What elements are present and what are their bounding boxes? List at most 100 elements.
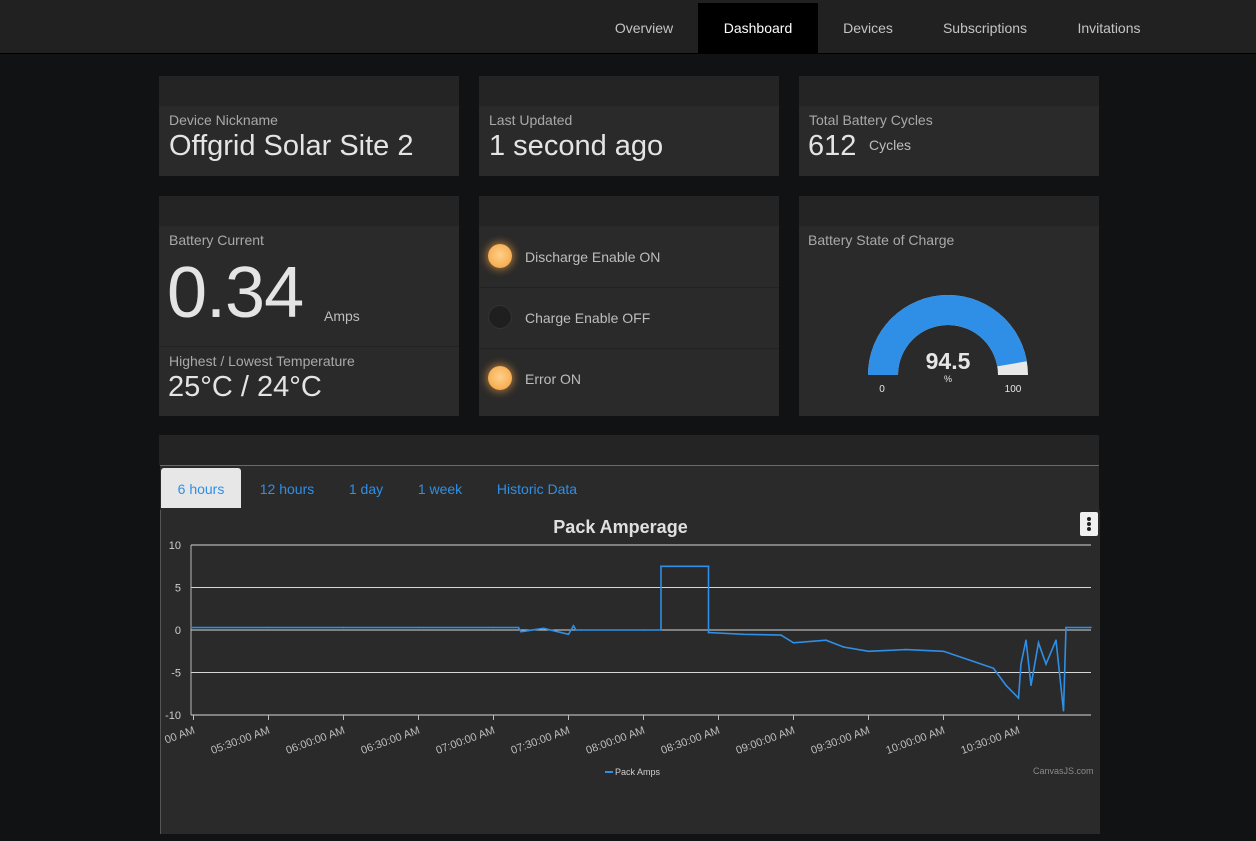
nav-invitations[interactable]: Invitations (1065, 3, 1153, 53)
data-point (572, 624, 575, 627)
temperature-label: Highest / Lowest Temperature (169, 353, 355, 369)
x-tick-label: 05:30:00 AM (209, 725, 271, 757)
nav-dashboard[interactable]: Dashboard (698, 3, 818, 53)
x-tick-label: 07:30:00 AM (509, 725, 571, 757)
soc-min: 0 (879, 384, 885, 395)
data-point (660, 565, 662, 568)
data-point (780, 634, 782, 636)
nav-subscriptions[interactable]: Subscriptions (930, 3, 1040, 53)
last-updated-value: 1 second ago (489, 130, 664, 162)
x-tick-label: 06:00:00 AM (284, 725, 346, 757)
x-tick-label: 00 AM (163, 725, 196, 747)
temperature-value: 25°C / 24°C (168, 371, 322, 403)
data-point (1017, 697, 1020, 699)
top-navbar: Overview Dashboard Devices Subscriptions… (0, 0, 1256, 54)
battery-cycles-card: Total Battery Cycles 612 Cycles (799, 76, 1099, 176)
chart-title: Pack Amperage (553, 517, 687, 537)
indicator-discharge-label: Discharge Enable ON (525, 249, 661, 265)
battery-current-unit: Amps (324, 308, 360, 324)
x-tick-label: 08:00:00 AM (584, 725, 646, 757)
chart-credit: CanvasJS.com (1033, 766, 1094, 776)
x-tick-label: 06:30:00 AM (359, 725, 421, 757)
nickname-value: Offgrid Solar Site 2 (169, 130, 414, 162)
data-point (1005, 684, 1007, 687)
x-tick-label: 10:00:00 AM (884, 725, 946, 757)
y-tick-label: 5 (175, 583, 181, 595)
data-point (567, 633, 570, 636)
pack-amperage-chart: Pack Amperage 10 5 0 -5 -10 00 AM 05:30:00 AM 06… (163, 517, 1094, 777)
charge-led-icon (488, 305, 512, 329)
chart-container: Pack Amperage 10 5 0 -5 -10 00 AM 05:30:00 AM 06… (160, 510, 1100, 834)
battery-cycles-unit: Cycles (869, 137, 912, 153)
data-point (267, 626, 270, 629)
error-led-icon (488, 366, 512, 390)
data-point (742, 633, 745, 636)
nickname-label: Device Nickname (169, 112, 278, 128)
chart-panel-header (159, 435, 1099, 465)
tab-12-hours[interactable]: 12 hours (248, 468, 326, 508)
battery-current-label: Battery Current (169, 232, 264, 248)
data-point (417, 626, 420, 629)
x-tick-label: 09:00:00 AM (734, 725, 796, 757)
time-range-tabs: 6 hours 12 hours 1 day 1 week Historic D… (160, 465, 1099, 511)
x-tick-label: 10:30:00 AM (959, 725, 1021, 757)
soc-gauge: 94.5 % 0 100 (868, 294, 1028, 395)
data-point (642, 629, 645, 631)
tab-1-day[interactable]: 1 day (338, 468, 394, 508)
data-point (1030, 684, 1032, 687)
data-point (967, 658, 970, 661)
data-point (517, 626, 520, 629)
data-point (1045, 663, 1047, 665)
data-point (1037, 641, 1040, 644)
data-point (1020, 663, 1022, 665)
indicator-error: Error ON (479, 349, 779, 409)
x-tick-label: 08:30:00 AM (659, 725, 721, 757)
indicator-charge: Charge Enable OFF (479, 288, 779, 349)
indicator-discharge: Discharge Enable ON (479, 227, 779, 288)
soc-max: 100 (1005, 384, 1022, 395)
tab-historic-data[interactable]: Historic Data (486, 468, 588, 508)
data-point (520, 630, 522, 633)
divider (159, 346, 459, 347)
data-point (905, 648, 907, 651)
data-point (580, 629, 582, 631)
nickname-card: Device Nickname Offgrid Solar Site 2 (159, 76, 459, 176)
battery-cycles-value: 612 (808, 130, 857, 162)
vertical-dots-icon (1087, 517, 1091, 531)
data-point (942, 650, 945, 653)
y-tick-label: 0 (175, 625, 181, 637)
data-point (492, 626, 495, 629)
data-point (792, 641, 795, 644)
battery-current-value: 0.34 (167, 253, 304, 333)
data-point (825, 639, 827, 641)
data-point (660, 629, 662, 631)
tab-6-hours[interactable]: 6 hours (161, 468, 241, 508)
tab-1-week[interactable]: 1 week (406, 468, 474, 508)
indicator-charge-label: Charge Enable OFF (525, 310, 651, 326)
battery-cycles-label: Total Battery Cycles (809, 112, 933, 128)
legend-label: Pack Amps (615, 767, 661, 777)
data-point (542, 627, 545, 630)
data-point (867, 650, 870, 653)
data-point (575, 629, 577, 631)
x-tick-label: 07:00:00 AM (434, 725, 496, 757)
nav-overview[interactable]: Overview (599, 3, 689, 53)
data-point (707, 631, 710, 634)
nav-devices[interactable]: Devices (828, 3, 908, 53)
soc-unit: % (944, 374, 952, 384)
x-tick-label: 09:30:00 AM (809, 725, 871, 757)
soc-value: 94.5 (926, 348, 971, 374)
data-point (1055, 639, 1057, 641)
data-point (1025, 639, 1027, 641)
data-point (190, 626, 192, 629)
data-point (1065, 626, 1067, 629)
chart-menu-button[interactable] (1080, 512, 1098, 536)
discharge-led-icon (488, 244, 512, 268)
data-point (1062, 709, 1065, 712)
data-point (1090, 626, 1092, 629)
last-updated-label: Last Updated (489, 112, 573, 128)
y-tick-label: -5 (171, 668, 181, 680)
y-tick-label: -10 (165, 710, 181, 722)
data-point (842, 646, 845, 648)
status-indicators-card: Discharge Enable ON Charge Enable OFF Er… (479, 196, 779, 416)
